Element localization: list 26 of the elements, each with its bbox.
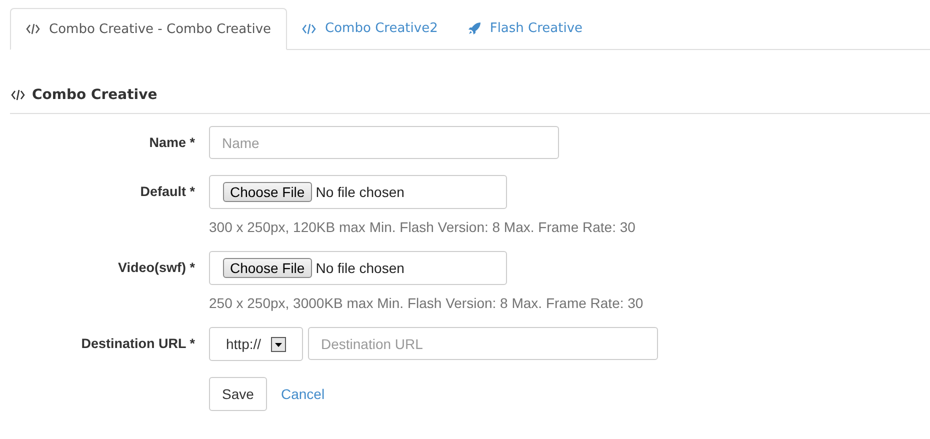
file-status: No file chosen <box>316 184 404 200</box>
tab[interactable]: Combo Creative - Combo Creative <box>10 8 288 50</box>
url-field[interactable]: Destination URL <box>308 327 658 360</box>
field-label: Destination URL * <box>80 335 195 353</box>
file-field[interactable]: Choose File No file chosen <box>209 251 507 285</box>
section-title: Combo Creative <box>32 87 158 103</box>
protocol-select[interactable]: http:// <box>209 327 303 361</box>
tab[interactable]: Flash Creative <box>452 8 598 49</box>
code-icon <box>10 89 26 101</box>
field-label: Video(swf) * <box>116 259 195 277</box>
choose-file-button[interactable]: Choose File <box>223 258 312 278</box>
help-text: 250 x 250px, 3000KB max Min. Flash Version: 8 Max. Frame Rate: 30 <box>209 295 644 311</box>
code-icon <box>26 23 40 35</box>
cancel-link[interactable]: Cancel <box>281 386 325 402</box>
file-status: No file chosen <box>316 260 404 276</box>
save-button[interactable]: Save <box>209 377 267 411</box>
help-text: 300 x 250px, 120KB max Min. Flash Version: 8 Max. Frame Rate: 30 <box>209 219 636 235</box>
file-field[interactable]: Choose File No file chosen <box>209 175 507 209</box>
code-icon <box>302 22 316 34</box>
name-field[interactable]: Name <box>209 126 559 159</box>
caret-icon <box>271 336 286 352</box>
tab[interactable]: Combo Creative2 <box>287 8 453 49</box>
choose-file-button[interactable]: Choose File <box>223 182 312 202</box>
rocket-icon <box>468 22 481 35</box>
field-label: Default * <box>139 183 195 201</box>
field-label: Name * <box>148 134 195 152</box>
